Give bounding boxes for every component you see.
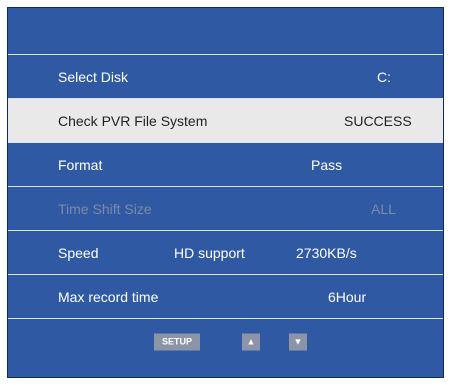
check-pvr-value: SUCCESS (344, 112, 412, 129)
setup-button[interactable]: SETUP (154, 333, 200, 350)
menu-item-check-pvr[interactable]: Check PVR File System SUCCESS (8, 98, 443, 142)
speed-value: 2730KB/s (296, 244, 357, 261)
speed-hd-support: HD support (174, 244, 245, 261)
format-label: Format (58, 156, 103, 173)
panel-header (8, 8, 443, 54)
speed-label: Speed (58, 244, 99, 261)
menu-item-time-shift-size: Time Shift Size ALL (8, 186, 443, 230)
max-record-label: Max record time (58, 288, 159, 305)
menu-item-speed[interactable]: Speed HD support 2730KB/s (8, 230, 443, 274)
pvr-settings-panel: Select Disk C: Check PVR File System SUC… (7, 7, 444, 378)
time-shift-value: ALL (371, 200, 396, 217)
select-disk-label: Select Disk (58, 68, 129, 85)
time-shift-label: Time Shift Size (58, 200, 152, 217)
panel-footer: SETUP ▲ ▼ (8, 318, 443, 364)
menu-item-format[interactable]: Format Pass (8, 142, 443, 186)
menu-item-select-disk[interactable]: Select Disk C: (8, 54, 443, 98)
format-value: Pass (311, 156, 343, 173)
menu-item-max-record-time[interactable]: Max record time 6Hour (8, 274, 443, 318)
check-pvr-label: Check PVR File System (58, 112, 208, 129)
arrow-up-icon[interactable]: ▲ (242, 333, 260, 350)
max-record-value: 6Hour (328, 288, 367, 305)
select-disk-value: C: (377, 68, 391, 85)
arrow-down-icon[interactable]: ▼ (289, 333, 307, 350)
